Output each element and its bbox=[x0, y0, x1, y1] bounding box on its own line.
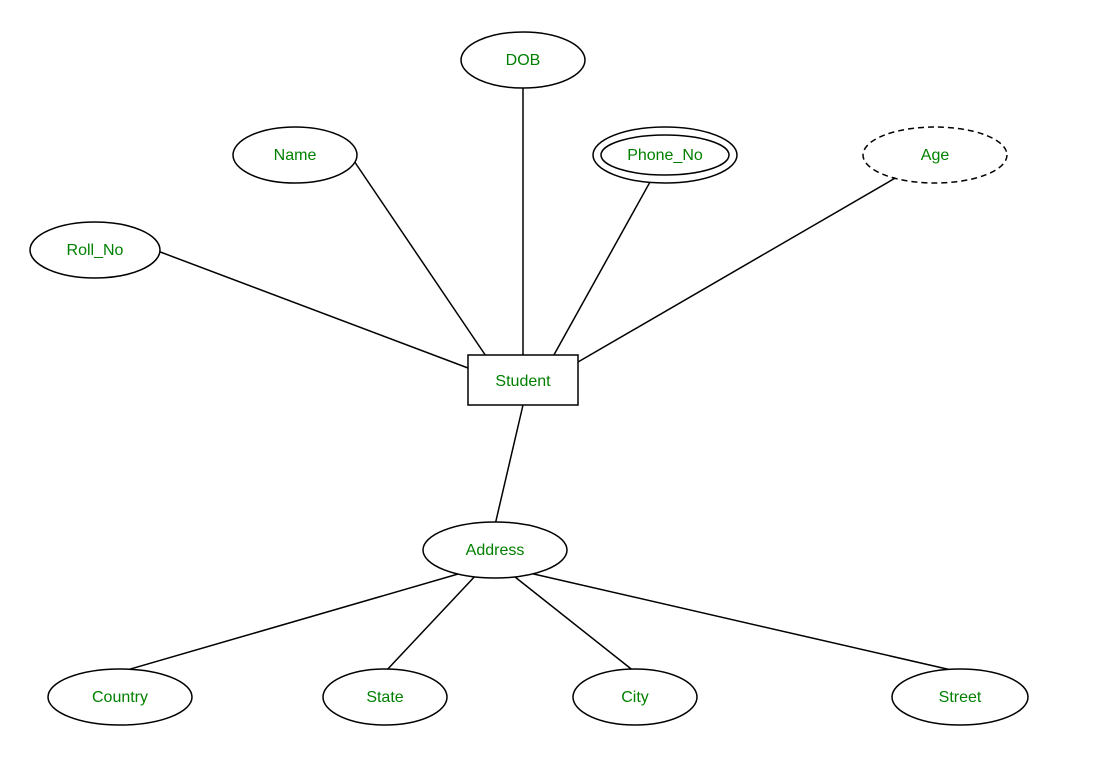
dob-label: DOB bbox=[506, 52, 541, 69]
name-label: Name bbox=[274, 147, 317, 164]
age-label: Age bbox=[921, 147, 950, 164]
line-student-phone bbox=[550, 155, 665, 362]
line-address-country bbox=[120, 572, 465, 672]
line-address-city bbox=[510, 573, 635, 672]
phone-label: Phone_No bbox=[627, 147, 703, 164]
line-address-street bbox=[525, 572, 960, 672]
line-address-state bbox=[385, 573, 478, 672]
city-label: City bbox=[621, 689, 649, 706]
street-label: Street bbox=[939, 689, 982, 706]
state-label: State bbox=[366, 689, 403, 706]
address-label: Address bbox=[466, 542, 525, 559]
country-label: Country bbox=[92, 689, 148, 706]
rollno-label: Roll_No bbox=[67, 242, 124, 259]
er-diagram: Student DOB Name Phone_No Age Roll_No Ad… bbox=[0, 0, 1112, 753]
line-student-age bbox=[578, 155, 935, 362]
line-student-address bbox=[495, 405, 523, 525]
line-student-rollno bbox=[155, 250, 468, 368]
student-label: Student bbox=[495, 373, 551, 390]
